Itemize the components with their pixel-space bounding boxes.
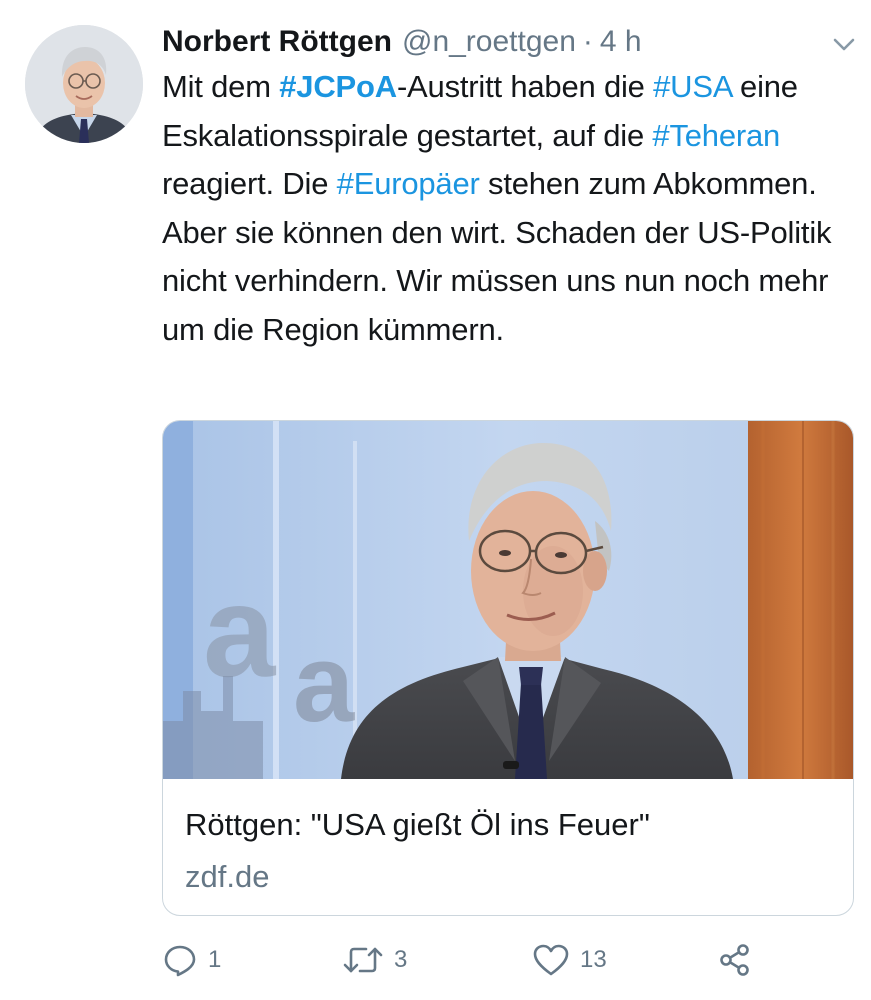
author-name[interactable]: Norbert Röttgen bbox=[162, 22, 392, 62]
svg-text:a: a bbox=[293, 622, 355, 745]
heart-icon bbox=[533, 944, 569, 976]
share-icon bbox=[720, 944, 749, 976]
author-handle[interactable]: @n_roettgen bbox=[402, 22, 576, 62]
tweet[interactable]: Norbert Röttgen @n_roettgen · 4 h Mit de… bbox=[0, 0, 871, 1000]
reply-button[interactable]: 1 bbox=[162, 938, 221, 982]
text-segment: Mit dem bbox=[162, 69, 280, 104]
retweet-count: 3 bbox=[394, 946, 408, 973]
chevron-down-icon bbox=[833, 38, 855, 51]
svg-text:a: a bbox=[203, 558, 277, 704]
retweet-button[interactable]: 3 bbox=[342, 938, 407, 982]
link-card[interactable]: a a Röttgen: "USA gießt Öl ins Feuer" zd… bbox=[162, 420, 854, 916]
reply-count: 1 bbox=[208, 946, 222, 973]
card-title: Röttgen: "USA gießt Öl ins Feuer" bbox=[185, 807, 650, 842]
like-count: 13 bbox=[580, 946, 607, 973]
tweet-time[interactable]: 4 h bbox=[600, 22, 642, 62]
tweet-menu-button[interactable] bbox=[826, 32, 862, 56]
share-button[interactable] bbox=[717, 938, 753, 982]
reply-icon bbox=[164, 945, 196, 977]
card-image: a a bbox=[163, 421, 853, 779]
hashtag-europaeer[interactable]: #Europäer bbox=[337, 166, 480, 201]
card-domain: zdf.de bbox=[185, 859, 270, 894]
tweet-text: Mit dem #JCPoA-Austritt haben die #USA e… bbox=[162, 63, 862, 354]
text-segment: -Austritt haben die bbox=[396, 69, 654, 104]
tweet-header: Norbert Röttgen @n_roettgen · 4 h bbox=[162, 22, 642, 62]
hashtag-jcpoa[interactable]: #JCPoA bbox=[279, 69, 397, 104]
separator-dot: · bbox=[582, 25, 593, 58]
hashtag-usa[interactable]: #USA bbox=[653, 69, 732, 104]
hashtag-teheran[interactable]: #Teheran bbox=[652, 118, 780, 153]
tweet-actions: 1 3 13 bbox=[162, 938, 862, 982]
avatar-photo bbox=[25, 25, 143, 143]
like-button[interactable]: 13 bbox=[532, 938, 607, 982]
avatar[interactable] bbox=[25, 25, 143, 143]
retweet-icon bbox=[343, 947, 383, 973]
